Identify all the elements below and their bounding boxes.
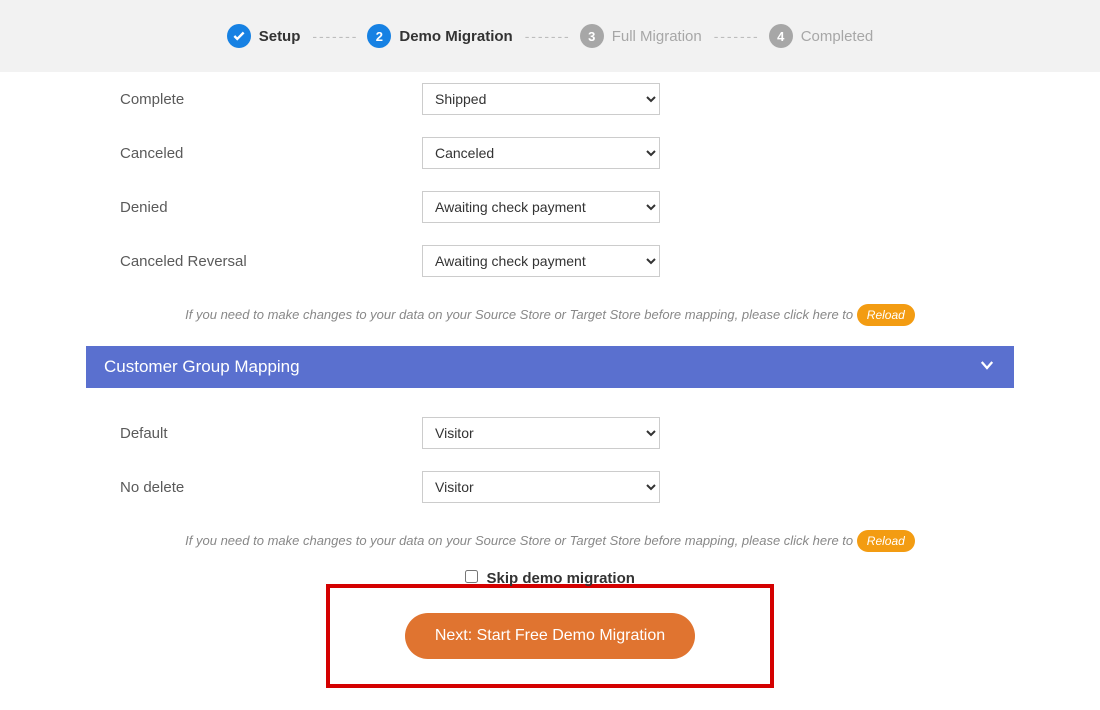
skip-demo-label: Skip demo migration	[487, 570, 635, 587]
step-full-label: Full Migration	[612, 28, 702, 45]
reload-button[interactable]: Reload	[857, 304, 915, 326]
chevron-down-icon	[978, 356, 996, 379]
step-completed-label: Completed	[801, 28, 874, 45]
mapping-select-canceled[interactable]: Canceled	[422, 137, 660, 169]
mapping-label: No delete	[0, 479, 302, 496]
reload-hint: If you need to make changes to your data…	[0, 514, 1100, 564]
mapping-label: Complete	[0, 91, 302, 108]
next-start-demo-button[interactable]: Next: Start Free Demo Migration	[405, 613, 695, 659]
step-demo-circle: 2	[367, 24, 391, 48]
step-setup-label: Setup	[259, 28, 301, 45]
step-demo-label: Demo Migration	[399, 28, 512, 45]
skip-demo-checkbox[interactable]	[465, 570, 478, 583]
mapping-row: Default Visitor	[0, 406, 1100, 460]
mapping-label: Canceled	[0, 145, 302, 162]
mapping-row: Complete Shipped	[0, 72, 1100, 126]
mapping-row: Canceled Canceled	[0, 126, 1100, 180]
mapping-label: Default	[0, 425, 302, 442]
stepper: Setup - - - - - - - 2 Demo Migration - -…	[0, 0, 1100, 72]
mapping-select-default[interactable]: Visitor	[422, 417, 660, 449]
mapping-row: Canceled Reversal Awaiting check payment	[0, 234, 1100, 288]
hint-text: If you need to make changes to your data…	[185, 533, 853, 548]
step-setup[interactable]: Setup	[227, 24, 301, 48]
step-divider-icon: - - - - - - -	[714, 28, 757, 44]
hint-text: If you need to make changes to your data…	[185, 307, 853, 322]
step-divider-icon: - - - - - - -	[312, 28, 355, 44]
step-completed-circle: 4	[769, 24, 793, 48]
step-divider-icon: - - - - - - -	[525, 28, 568, 44]
mapping-label: Canceled Reversal	[0, 253, 302, 270]
mapping-row: Denied Awaiting check payment	[0, 180, 1100, 234]
mapping-select-no-delete[interactable]: Visitor	[422, 471, 660, 503]
customer-group-mapping-header[interactable]: Customer Group Mapping	[86, 346, 1014, 388]
skip-demo-row: Skip demo migration	[0, 564, 1100, 588]
reload-hint: If you need to make changes to your data…	[0, 288, 1100, 338]
highlight-annotation: Next: Start Free Demo Migration	[326, 584, 774, 688]
mapping-select-canceled-reversal[interactable]: Awaiting check payment	[422, 245, 660, 277]
section-title: Customer Group Mapping	[104, 357, 300, 377]
step-setup-circle	[227, 24, 251, 48]
step-completed[interactable]: 4 Completed	[769, 24, 874, 48]
check-icon	[232, 29, 246, 43]
step-full[interactable]: 3 Full Migration	[580, 24, 702, 48]
mapping-row: No delete Visitor	[0, 460, 1100, 514]
step-demo[interactable]: 2 Demo Migration	[367, 24, 512, 48]
reload-button[interactable]: Reload	[857, 530, 915, 552]
mapping-select-denied[interactable]: Awaiting check payment	[422, 191, 660, 223]
mapping-select-complete[interactable]: Shipped	[422, 83, 660, 115]
step-full-circle: 3	[580, 24, 604, 48]
mapping-label: Denied	[0, 199, 302, 216]
